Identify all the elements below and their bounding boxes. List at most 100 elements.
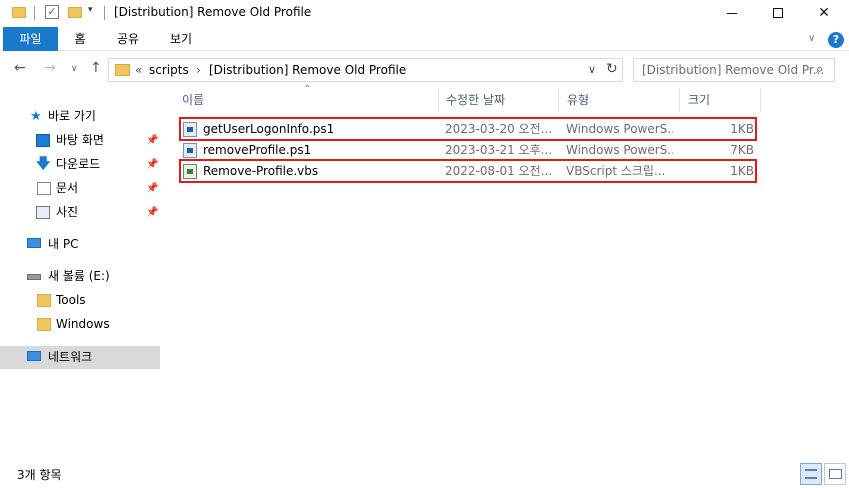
details-view-button[interactable] [800,463,822,485]
vbscript-file-icon [183,164,197,179]
sidebar-item-drive-e[interactable]: 새 볼륨 (E:) [0,265,160,288]
sort-ascending-icon: ⌃ [303,84,312,95]
column-header-type[interactable]: 유형 [567,88,589,112]
table-row[interactable]: removeProfile.ps1 2023-03-21 오후... Windo… [178,140,758,161]
window-title: [Distribution] Remove Old Profile [114,5,312,19]
column-divider[interactable] [760,88,761,112]
search-input[interactable]: [Distribution] Remove Old Pr... ⌕ [633,58,835,82]
customize-toolbar-chevron-icon[interactable]: ▾ [88,5,93,21]
column-header-size[interactable]: 크기 [688,88,710,112]
properties-icon[interactable]: ✓ [45,5,59,19]
sidebar-item-downloads[interactable]: 🡇 다운로드 📌 [0,153,160,176]
recent-locations-chevron-icon[interactable]: ∨ [71,64,78,74]
toolbar-divider [104,6,105,20]
refresh-icon[interactable]: ↻ [606,61,618,77]
file-type: Windows PowerS... [566,122,673,136]
sidebar-item-label: 내 PC [48,237,79,251]
column-header-date[interactable]: 수정한 날짜 [446,88,505,112]
table-row[interactable]: Remove-Profile.vbs 2022-08-01 오전... VBSc… [178,161,758,182]
powershell-file-icon [183,143,197,158]
navigation-pane: ★ 바로 가기 바탕 화면 📌 🡇 다운로드 📌 문서 📌 사진 📌 내 PC … [0,88,161,458]
address-overflow-chevron[interactable]: « [135,63,142,77]
item-count: 3개 항목 [17,468,62,482]
folder-icon [37,318,51,331]
ribbon: 파일 홈 공유 보기 ∨ ? [0,27,849,51]
column-divider[interactable] [438,88,439,112]
pin-icon: 📌 [146,207,159,218]
column-divider[interactable] [679,88,680,112]
network-icon [27,351,41,361]
sidebar-item-label: 바탕 화면 [56,133,104,147]
sidebar-item-quick-access[interactable]: ★ 바로 가기 [0,105,160,128]
minimize-button[interactable] [709,0,755,27]
file-name: Remove-Profile.vbs [203,164,319,178]
file-name: removeProfile.ps1 [203,143,312,157]
file-date: 2023-03-21 오후... [445,143,553,157]
tab-home[interactable]: 홈 [60,27,100,51]
file-type: Windows PowerS... [566,143,673,157]
file-type: VBScript 스크립... [566,164,666,178]
maximize-button[interactable] [755,0,801,27]
file-size: 7KB [730,143,754,157]
sidebar-item-documents[interactable]: 문서 📌 [0,177,160,200]
search-placeholder: [Distribution] Remove Old Pr... [642,63,825,77]
pin-icon: 📌 [146,183,159,194]
large-icons-view-button[interactable] [824,463,846,485]
tab-view[interactable]: 보기 [160,27,202,51]
sidebar-item-this-pc[interactable]: 내 PC [0,233,160,256]
picture-icon [36,206,50,219]
title-bar: ✓ ▾ [Distribution] Remove Old Profile ✕ [0,0,849,27]
search-icon[interactable]: ⌕ [816,62,823,77]
status-bar: 3개 항목 [0,460,849,488]
desktop-icon [36,134,50,147]
sidebar-item-desktop[interactable]: 바탕 화면 📌 [0,129,160,152]
up-arrow-icon[interactable]: ↑ [90,60,102,76]
pin-icon: 📌 [146,159,159,170]
file-date: 2023-03-20 오전... [445,122,553,136]
folder-icon [115,64,130,76]
sidebar-item-network[interactable]: 네트워크 [0,346,160,369]
file-list: 이름 ⌃ 수정한 날짜 유형 크기 getUserLogonInfo.ps1 2… [170,84,849,458]
breadcrumb-scripts[interactable]: scripts [149,63,189,77]
sidebar-item-tools[interactable]: Tools [0,289,160,312]
file-name: getUserLogonInfo.ps1 [203,122,335,136]
back-arrow-icon[interactable]: ← [14,60,26,76]
sidebar-item-label: Windows [56,317,110,331]
file-size: 1KB [730,164,754,178]
column-header-name[interactable]: 이름 [182,88,204,112]
table-row[interactable]: getUserLogonInfo.ps1 2023-03-20 오전... Wi… [178,119,758,140]
expand-ribbon-chevron-icon[interactable]: ∨ [808,33,815,44]
sidebar-item-label: 네트워크 [48,350,93,364]
sidebar-item-label: 문서 [56,181,79,195]
document-icon [37,182,51,195]
tab-share[interactable]: 공유 [105,27,151,51]
powershell-file-icon [183,122,197,137]
address-bar[interactable]: « scripts › [Distribution] Remove Old Pr… [108,58,623,82]
tab-file[interactable]: 파일 [3,27,58,51]
close-button[interactable]: ✕ [801,0,847,27]
details-view-icon [805,469,817,479]
sidebar-item-label: 다운로드 [56,157,101,171]
maximize-icon [773,8,783,18]
sidebar-item-label: Tools [56,293,86,307]
forward-arrow-icon[interactable]: → [44,60,56,76]
pin-icon: 📌 [146,135,159,146]
folder-icon [37,294,51,307]
new-folder-icon[interactable] [68,7,82,18]
toolbar-divider [34,6,35,20]
sidebar-item-windows[interactable]: Windows [0,313,160,336]
sidebar-item-pictures[interactable]: 사진 📌 [0,201,160,224]
sidebar-item-label: 새 볼륨 (E:) [48,269,110,283]
navigation-bar: ← → ∨ ↑ « scripts › [Distribution] Remov… [0,54,849,86]
sidebar-item-label: 바로 가기 [48,109,96,123]
drive-icon [27,274,41,280]
minimize-icon [727,12,737,14]
help-icon[interactable]: ? [828,32,844,48]
column-divider[interactable] [558,88,559,112]
download-arrow-icon: 🡇 [36,156,51,172]
breadcrumb-separator-icon[interactable]: › [196,63,201,77]
address-history-chevron-icon[interactable]: ∨ [588,63,596,76]
breadcrumb-current-folder[interactable]: [Distribution] Remove Old Profile [209,63,406,77]
file-date: 2022-08-01 오전... [445,164,553,178]
folder-icon [12,7,26,18]
